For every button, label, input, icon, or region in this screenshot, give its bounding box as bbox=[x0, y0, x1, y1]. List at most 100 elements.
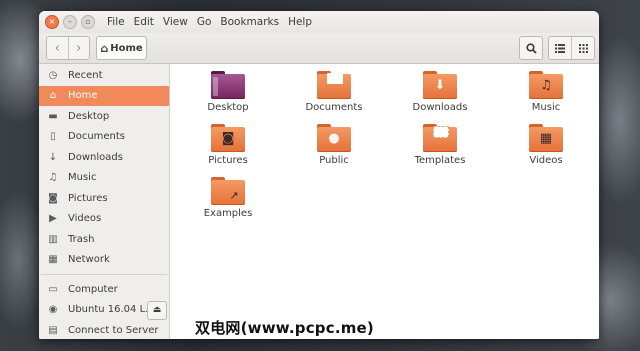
sidebar-item-label: Trash bbox=[68, 233, 95, 245]
file-manager-window: × – ▫ File Edit View Go Bookmarks Help ‹… bbox=[39, 11, 599, 339]
sidebar-item-ubuntu-disc[interactable]: ◉ Ubuntu 16.04 L... ⏏ bbox=[39, 300, 169, 321]
sidebar-item-label: Computer bbox=[68, 283, 118, 295]
sidebar-item-trash[interactable]: ▥ Trash bbox=[39, 229, 169, 250]
menu-bar: × – ▫ File Edit View Go Bookmarks Help bbox=[39, 11, 599, 33]
maximize-window-button[interactable]: ▫ bbox=[81, 15, 95, 29]
downloads-folder-icon: ⬇ bbox=[423, 71, 457, 99]
trash-icon: ▥ bbox=[48, 233, 58, 245]
eject-button[interactable]: ⏏ bbox=[147, 300, 167, 320]
minimize-icon: – bbox=[68, 17, 72, 26]
list-view-icon bbox=[555, 43, 565, 53]
watermark-text: 双电网(www.pcpc.me) bbox=[195, 319, 374, 337]
navigation-buttons: ‹ › bbox=[46, 36, 90, 60]
close-icon: × bbox=[48, 17, 56, 26]
menu-help[interactable]: Help bbox=[288, 16, 312, 28]
chevron-left-icon: ‹ bbox=[54, 40, 60, 56]
sidebar-item-desktop[interactable]: ▬ Desktop bbox=[39, 106, 169, 127]
server-icon: ▤ bbox=[48, 324, 58, 336]
folder-item-music[interactable]: ♫ Music bbox=[506, 71, 586, 113]
list-view-button[interactable] bbox=[549, 37, 571, 59]
home-icon: ⌂ bbox=[100, 41, 109, 55]
menu-bookmarks[interactable]: Bookmarks bbox=[220, 16, 279, 28]
documents-folder-icon bbox=[317, 71, 351, 99]
sidebar-item-network[interactable]: ▦ Network bbox=[39, 250, 169, 271]
sidebar-item-label: Ubuntu 16.04 L... bbox=[68, 304, 155, 316]
toolbar: ‹ › ⌂ Home bbox=[39, 33, 599, 64]
folder-label: Examples bbox=[203, 208, 253, 219]
network-icon: ▦ bbox=[48, 254, 58, 266]
sidebar-item-label: Documents bbox=[68, 131, 126, 143]
sidebar-item-label: Recent bbox=[68, 69, 103, 81]
templates-folder-icon bbox=[423, 124, 457, 152]
computer-icon: ▭ bbox=[48, 283, 58, 295]
sidebar-item-recent[interactable]: ◷ Recent bbox=[39, 65, 169, 86]
desktop-folder-icon bbox=[211, 71, 245, 99]
grid-view-icon bbox=[578, 43, 588, 53]
sidebar-item-label: Downloads bbox=[68, 151, 123, 163]
sidebar-item-computer[interactable]: ▭ Computer bbox=[39, 279, 169, 300]
public-folder-icon: ● bbox=[317, 124, 351, 152]
sidebar-item-downloads[interactable]: ↓ Downloads bbox=[39, 147, 169, 168]
menu-file[interactable]: File bbox=[107, 16, 125, 28]
sidebar-divider bbox=[41, 274, 167, 275]
sidebar-item-label: Network bbox=[68, 254, 110, 266]
folder-item-desktop[interactable]: Desktop bbox=[188, 71, 268, 113]
folder-item-documents[interactable]: Documents bbox=[294, 71, 374, 113]
folder-label: Templates bbox=[414, 155, 466, 166]
chevron-right-icon: › bbox=[76, 40, 82, 56]
sidebar-item-label: Home bbox=[68, 90, 98, 102]
folder-item-videos[interactable]: ▦ Videos bbox=[506, 124, 586, 166]
folder-item-pictures[interactable]: ◙ Pictures bbox=[188, 124, 268, 166]
folder-label: Public bbox=[319, 155, 349, 166]
minimize-window-button[interactable]: – bbox=[63, 15, 77, 29]
sidebar: ◷ Recent ⌂ Home ▬ Desktop ▯ Documents ↓ … bbox=[39, 64, 170, 339]
close-window-button[interactable]: × bbox=[45, 15, 59, 29]
menu-edit[interactable]: Edit bbox=[134, 16, 154, 28]
folder-label: Music bbox=[531, 102, 561, 113]
videos-folder-icon: ▦ bbox=[529, 124, 563, 152]
sidebar-item-pictures[interactable]: ◙ Pictures bbox=[39, 188, 169, 209]
home-icon: ⌂ bbox=[49, 90, 57, 102]
sidebar-item-label: Desktop bbox=[68, 110, 110, 122]
folder-label: Pictures bbox=[208, 155, 248, 166]
download-icon: ↓ bbox=[48, 151, 58, 163]
eject-icon: ⏏ bbox=[152, 305, 162, 315]
music-folder-icon: ♫ bbox=[529, 71, 563, 99]
grid-view-button[interactable] bbox=[571, 37, 594, 59]
sidebar-item-label: Music bbox=[68, 172, 97, 184]
file-view: Desktop Documents ⬇ Downloads ♫ Music ◙ … bbox=[170, 64, 599, 339]
disc-icon: ◉ bbox=[48, 304, 58, 316]
sidebar-item-label: Pictures bbox=[68, 192, 108, 204]
folder-label: Downloads bbox=[412, 102, 468, 113]
search-icon bbox=[525, 42, 537, 54]
sidebar-item-videos[interactable]: ▶ Videos bbox=[39, 209, 169, 230]
folder-label: Videos bbox=[529, 155, 563, 166]
examples-folder-icon: ↗ bbox=[211, 177, 245, 205]
sidebar-item-music[interactable]: ♫ Music bbox=[39, 168, 169, 189]
menu-view[interactable]: View bbox=[163, 16, 188, 28]
forward-button[interactable]: › bbox=[67, 37, 90, 59]
sidebar-item-connect-server[interactable]: ▤ Connect to Server bbox=[39, 320, 169, 339]
back-button[interactable]: ‹ bbox=[47, 37, 68, 59]
sidebar-item-documents[interactable]: ▯ Documents bbox=[39, 127, 169, 148]
view-switcher bbox=[548, 36, 595, 60]
folder-item-templates[interactable]: Templates bbox=[400, 124, 480, 166]
maximize-icon: ▫ bbox=[85, 17, 91, 26]
sidebar-item-home[interactable]: ⌂ Home bbox=[39, 85, 169, 106]
video-icon: ▶ bbox=[49, 213, 57, 225]
sidebar-item-label: Videos bbox=[68, 213, 102, 225]
path-home-button[interactable]: ⌂ Home bbox=[96, 36, 147, 60]
folder-item-downloads[interactable]: ⬇ Downloads bbox=[400, 71, 480, 113]
path-label: Home bbox=[110, 42, 143, 54]
desktop-icon: ▬ bbox=[48, 110, 58, 122]
document-icon: ▯ bbox=[50, 131, 56, 143]
search-button[interactable] bbox=[519, 36, 543, 60]
pictures-folder-icon: ◙ bbox=[211, 124, 245, 152]
folder-item-examples[interactable]: ↗ Examples bbox=[188, 177, 268, 219]
folder-item-public[interactable]: ● Public bbox=[294, 124, 374, 166]
sidebar-item-label: Connect to Server bbox=[68, 324, 159, 336]
camera-icon: ◙ bbox=[48, 192, 58, 204]
menu-go[interactable]: Go bbox=[197, 16, 212, 28]
music-icon: ♫ bbox=[48, 172, 58, 184]
clock-icon: ◷ bbox=[48, 69, 58, 81]
